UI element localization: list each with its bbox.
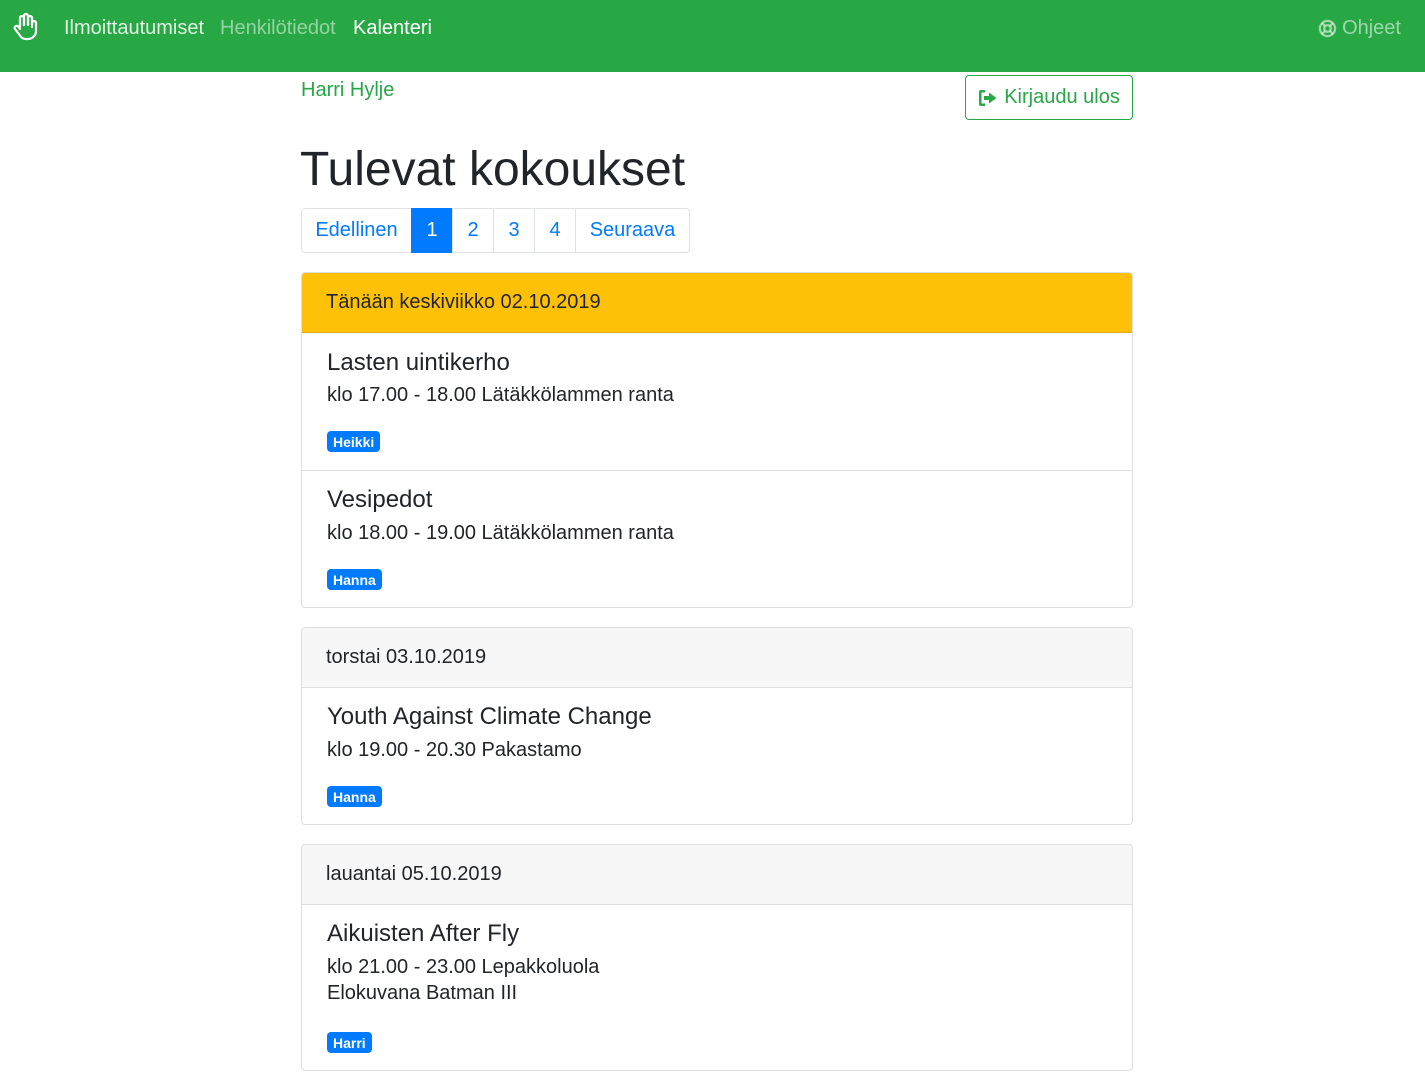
event-details: klo 19.00 - 20.30 Pakastamo [327, 739, 582, 761]
event-title: Lasten uintikerho [327, 349, 510, 376]
hand-icon[interactable] [12, 12, 38, 41]
event-badge[interactable]: Hanna [327, 569, 382, 590]
logout-label: Kirjaudu ulos [1004, 86, 1120, 108]
user-name-link[interactable]: Harri Hylje [301, 78, 394, 102]
event-title: Vesipedot [327, 486, 433, 513]
pagination-page-4[interactable]: 4 [534, 208, 576, 253]
life-ring-icon [1318, 19, 1337, 38]
event-title: Aikuisten After Fly [327, 920, 520, 947]
event-details: klo 17.00 - 18.00 Lätäkkölammen ranta [327, 384, 674, 406]
pagination-page-3[interactable]: 3 [493, 208, 535, 253]
day-header: torstai 03.10.2019 [302, 628, 1132, 688]
pagination: Edellinen 1 2 3 4 Seuraava [301, 208, 690, 253]
day-header: lauantai 05.10.2019 [302, 845, 1132, 905]
help-label: Ohjeet [1342, 17, 1401, 39]
sign-out-icon [978, 89, 998, 107]
pagination-page-1[interactable]: 1 [411, 208, 453, 253]
day-card: torstai 03.10.2019 Youth Against Climate… [301, 627, 1133, 825]
day-header: Tänään keskiviikko 02.10.2019 [302, 273, 1132, 333]
event-item: Vesipedot klo 18.00 - 19.00 Lätäkkölamme… [302, 471, 1132, 607]
nav-item-kalenteri[interactable]: Kalenteri [353, 16, 432, 40]
event-badge[interactable]: Heikki [327, 431, 381, 452]
event-title: Youth Against Climate Change [327, 703, 652, 730]
event-details: klo 21.00 - 23.00 Lepakkoluola [327, 956, 600, 978]
page-title: Tulevat kokoukset [300, 143, 686, 196]
help-link[interactable]: Ohjeet [1318, 16, 1401, 40]
logout-button[interactable]: Kirjaudu ulos [965, 75, 1133, 120]
day-card: Tänään keskiviikko 02.10.2019 Lasten uin… [301, 272, 1133, 608]
event-badge[interactable]: Harri [327, 1032, 372, 1053]
event-item: Aikuisten After Fly klo 21.00 - 23.00 Le… [302, 905, 1132, 1070]
pagination-prev[interactable]: Edellinen [301, 208, 412, 253]
event-item: Lasten uintikerho klo 17.00 - 18.00 Lätä… [302, 333, 1132, 471]
pagination-next[interactable]: Seuraava [575, 208, 690, 253]
nav-item-henkilotiedot[interactable]: Henkilötiedot [220, 16, 336, 40]
event-description: Elokuvana Batman III [327, 982, 518, 1004]
day-card: lauantai 05.10.2019 Aikuisten After Fly … [301, 844, 1133, 1071]
event-details: klo 18.00 - 19.00 Lätäkkölammen ranta [327, 522, 674, 544]
nav-item-ilmoittautumiset[interactable]: Ilmoittautumiset [64, 16, 204, 40]
event-badge[interactable]: Hanna [327, 786, 382, 807]
pagination-page-2[interactable]: 2 [452, 208, 494, 253]
top-navbar: Ilmoittautumiset Henkilötiedot Kalenteri… [0, 0, 1425, 72]
event-item: Youth Against Climate Change klo 19.00 -… [302, 688, 1132, 824]
